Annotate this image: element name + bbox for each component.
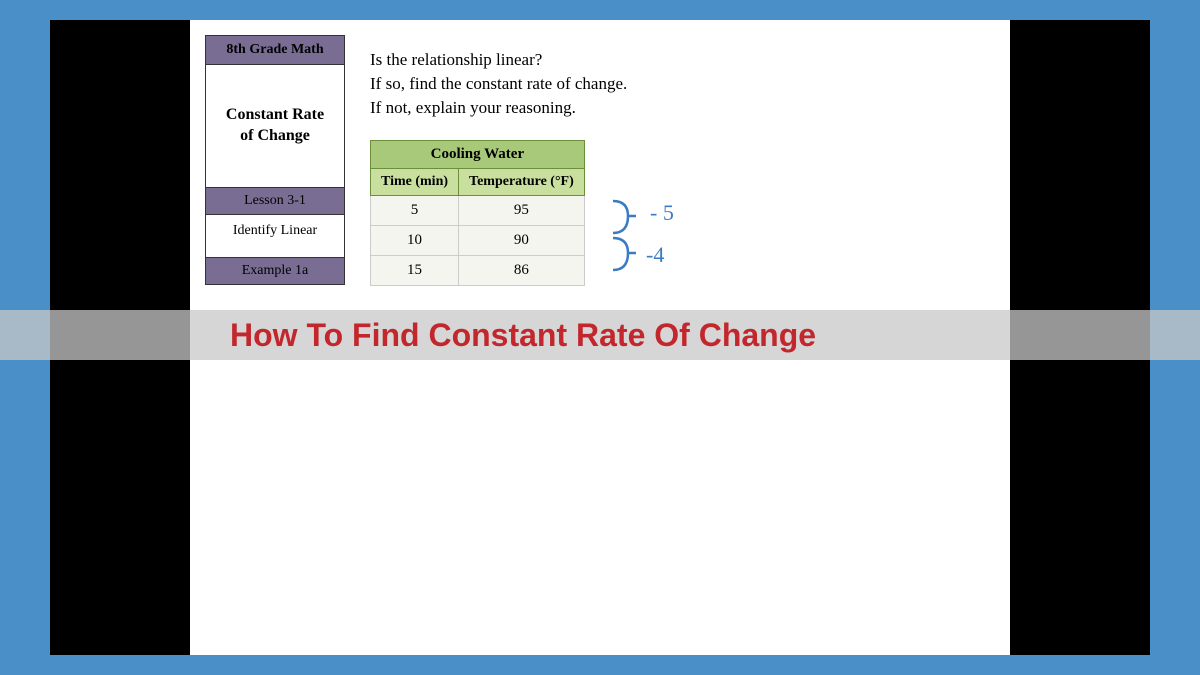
table-col2-header: Temperature (°F) [459,169,585,196]
bracket-icon [610,198,640,238]
sidebar-topic-line1: Constant Rate [226,106,324,123]
title-overlay-band: How To Find Constant Rate Of Change [0,310,1200,360]
cooling-water-table: Cooling Water Time (min) Temperature (°F… [370,140,585,286]
sidebar-lesson: Lesson 3-1 [206,188,344,215]
sidebar-topic: Constant Rate of Change [206,65,344,188]
sidebar-identify: Identify Linear [206,215,344,258]
table-cell-temp: 86 [459,256,585,286]
table-cell-temp: 95 [459,196,585,226]
handwritten-diff-1: - 5 [650,200,674,226]
handwritten-diff-2: -4 [646,242,664,268]
question-line1: Is the relationship linear? [370,48,627,72]
table-cell-time: 10 [371,226,459,256]
bracket-icon [610,235,640,275]
table-cell-time: 15 [371,256,459,286]
sidebar-topic-line2: of Change [240,127,310,144]
table-row: 10 90 [371,226,585,256]
question-line2: If so, find the constant rate of change. [370,72,627,96]
table-row: 5 95 [371,196,585,226]
question-line3: If not, explain your reasoning. [370,96,627,120]
table-cell-time: 5 [371,196,459,226]
table-title: Cooling Water [371,141,585,169]
table-cell-temp: 90 [459,226,585,256]
table-row: 15 86 [371,256,585,286]
sidebar-example: Example 1a [206,258,344,284]
table-col1-header: Time (min) [371,169,459,196]
question-block: Is the relationship linear? If so, find … [370,48,627,119]
sidebar-grade: 8th Grade Math [206,36,344,65]
lesson-sidebar: 8th Grade Math Constant Rate of Change L… [205,35,345,285]
overlay-title: How To Find Constant Rate Of Change [230,317,816,354]
